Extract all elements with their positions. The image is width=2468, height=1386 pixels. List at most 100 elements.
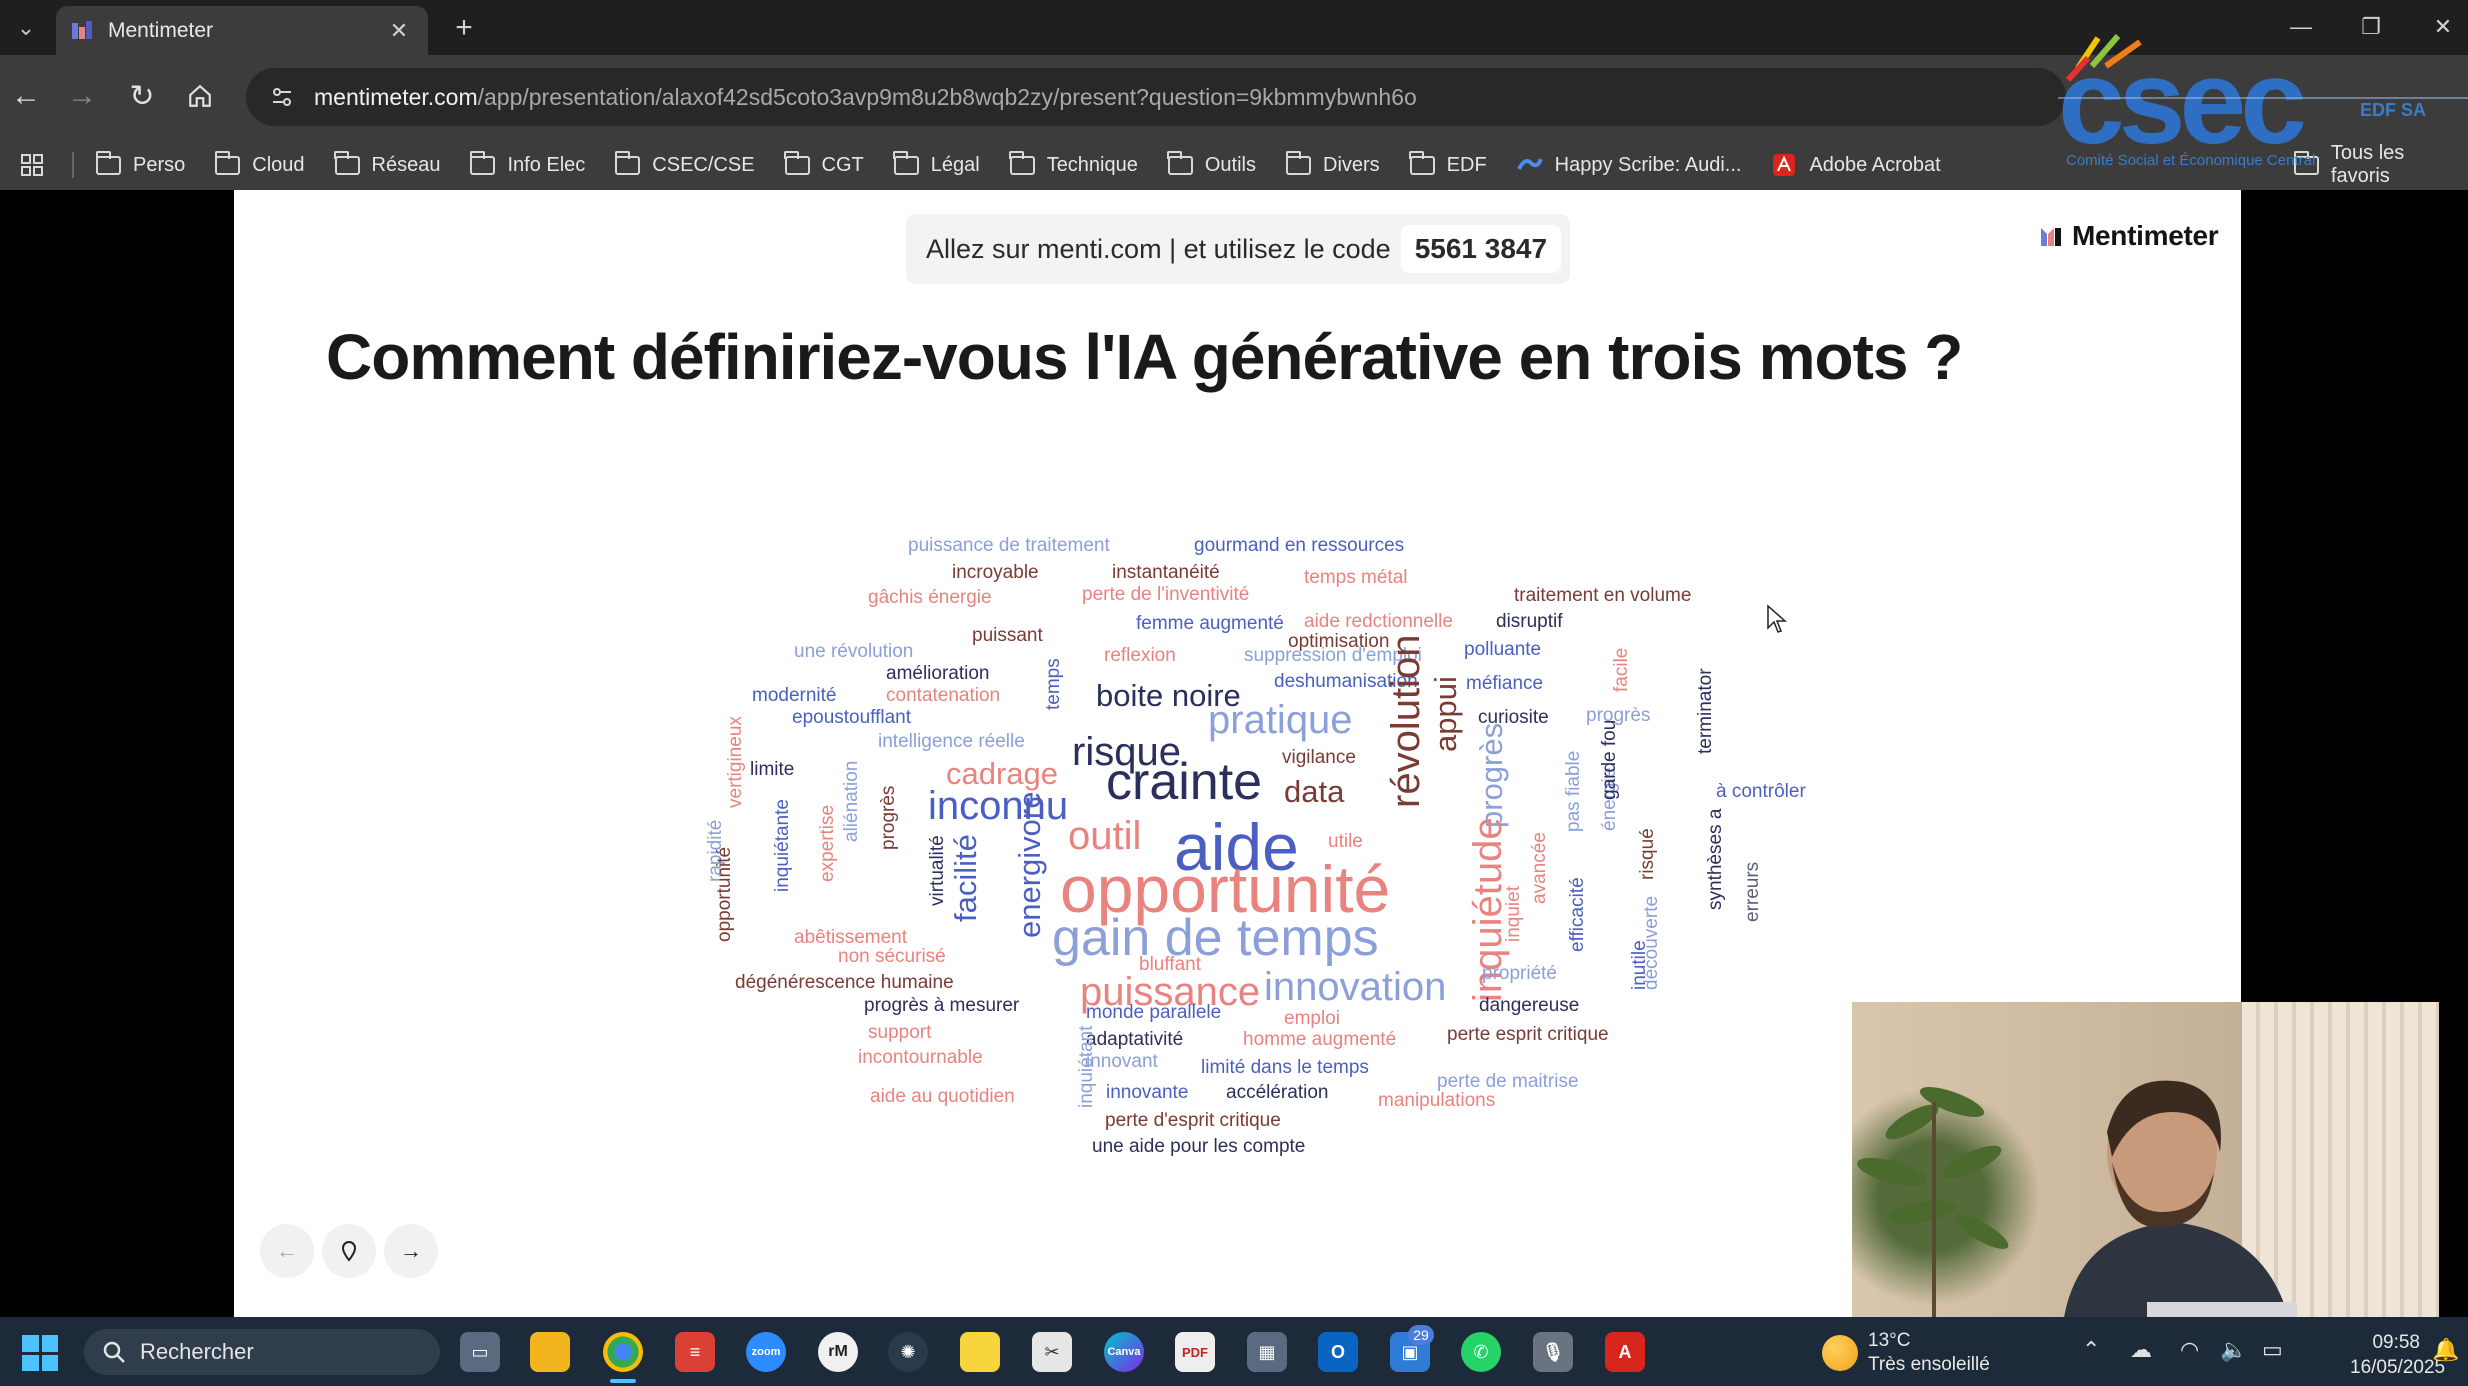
- file-explorer-icon[interactable]: [530, 1332, 570, 1372]
- folder-icon: [1009, 150, 1035, 175]
- calculator-icon[interactable]: ▦: [1247, 1332, 1287, 1372]
- bookmark-adobe-acrobat[interactable]: Adobe Acrobat: [1771, 153, 1941, 177]
- taskbar-search[interactable]: Rechercher: [84, 1329, 440, 1375]
- weather-temperature: 13°C: [1868, 1330, 1911, 1351]
- word-cloud-word: incontournable: [858, 1047, 983, 1068]
- whatsapp-icon[interactable]: ✆: [1461, 1332, 1501, 1372]
- word-cloud-word: perte d'esprit critique: [1105, 1110, 1281, 1131]
- zoom-icon[interactable]: zoom: [746, 1332, 786, 1372]
- folder-icon: [1167, 150, 1193, 175]
- bookmark-folder-cgt[interactable]: CGT: [784, 150, 864, 177]
- word-cloud-word: accélération: [1226, 1082, 1329, 1103]
- webcam-person: [2062, 1080, 2297, 1332]
- word-cloud-word: opportunité: [714, 846, 735, 942]
- system-clock[interactable]: 09:58 16/05/2025: [2350, 1331, 2446, 1380]
- new-tab-button[interactable]: +: [444, 8, 484, 48]
- home-icon[interactable]: [176, 72, 224, 120]
- next-slide-button[interactable]: →: [384, 1224, 438, 1278]
- previous-slide-button[interactable]: ←: [260, 1224, 314, 1278]
- chevron-up-icon[interactable]: ⌃: [2082, 1337, 2100, 1363]
- wifi-icon[interactable]: ◠: [2180, 1337, 2199, 1363]
- folder-icon: [614, 150, 641, 175]
- task-view-icon[interactable]: ▭: [460, 1332, 500, 1372]
- word-cloud-word: limite: [750, 759, 795, 780]
- word-cloud-word: facilité: [948, 834, 983, 922]
- word-cloud-word: polluante: [1464, 639, 1542, 660]
- mentimeter-favicon-icon: [72, 20, 92, 39]
- clock-date: 16/05/2025: [2350, 1356, 2446, 1378]
- word-cloud-word: incroyable: [952, 562, 1039, 583]
- bookmark-happy-scribe[interactable]: Happy Scribe: Audi...: [1516, 153, 1741, 177]
- word-cloud-word: intelligence réelle: [878, 731, 1025, 752]
- tab-close-icon[interactable]: ✕: [384, 18, 414, 44]
- word-cloud-word: crainte: [1106, 753, 1263, 811]
- word-cloud-word: garde fou: [1599, 719, 1620, 800]
- webcam-plant: [1852, 1062, 2052, 1332]
- bookmark-folder-edf[interactable]: EDF: [1409, 150, 1487, 177]
- word-cloud-word: aide au quotidien: [870, 1086, 1015, 1107]
- tab-search-button[interactable]: ⌄: [6, 8, 46, 48]
- bookmark-label: Cloud: [252, 153, 305, 176]
- remarkable-icon[interactable]: rM: [818, 1332, 858, 1372]
- word-cloud-word: progrès: [878, 785, 899, 850]
- word-cloud-word: aliénation: [841, 760, 862, 842]
- bookmark-label: Adobe Acrobat: [1809, 153, 1941, 176]
- canva-icon[interactable]: Canva: [1104, 1332, 1144, 1372]
- bookmark-folder-info-elec[interactable]: Info Elec: [469, 150, 585, 177]
- bookmark-label: Perso: [133, 153, 186, 176]
- bookmark-folder-csec-cse[interactable]: CSEC/CSE: [614, 150, 755, 177]
- back-arrow-icon[interactable]: ←: [2, 72, 50, 120]
- reload-icon[interactable]: ↻: [118, 72, 166, 120]
- word-cloud-word: pas fiable: [1563, 750, 1584, 832]
- todoist-icon[interactable]: ≡: [675, 1332, 715, 1372]
- word-cloud-word: à contrôler: [1716, 781, 1806, 802]
- tab-mentimeter[interactable]: Mentimeter ✕: [56, 6, 428, 55]
- word-cloud-word: gain de temps: [1052, 909, 1379, 967]
- notifications-icon[interactable]: 🔔: [2432, 1337, 2459, 1363]
- windows-start-icon[interactable]: [22, 1335, 58, 1371]
- weather-widget[interactable]: 13°C Très ensoleillé: [1822, 1329, 1990, 1377]
- word-cloud-word: vigilance: [1282, 747, 1356, 768]
- snipping-tool-icon[interactable]: ✂: [1032, 1332, 1072, 1372]
- forward-arrow-icon[interactable]: →: [58, 72, 106, 120]
- word-cloud-word: perte de l'inventivité: [1082, 584, 1250, 605]
- address-bar[interactable]: mentimeter.com/app/presentation/alaxof42…: [246, 68, 2066, 126]
- outlook-icon[interactable]: O: [1318, 1332, 1358, 1372]
- bookmark-label: CGT: [821, 153, 864, 176]
- word-cloud-word: expertise: [817, 804, 838, 882]
- recorder-icon[interactable]: 🎙: [1533, 1332, 1573, 1372]
- bookmark-folder-reseau[interactable]: Réseau: [334, 150, 441, 177]
- word-cloud-word: inquiet: [1503, 886, 1524, 942]
- word-cloud-word: emploi: [1284, 1008, 1340, 1029]
- chrome-active-indicator: [610, 1379, 636, 1383]
- bookmark-label: Réseau: [371, 153, 441, 176]
- csec-tagline: Comité Social et Économique Central: [2066, 152, 2316, 169]
- bookmark-folder-perso[interactable]: Perso: [95, 150, 186, 177]
- apps-grid-icon[interactable]: [14, 147, 50, 183]
- site-settings-icon[interactable]: [264, 79, 300, 115]
- word-cloud-word: avancée: [1529, 832, 1550, 904]
- sticky-notes-icon[interactable]: [960, 1332, 1000, 1372]
- folder-icon: [893, 150, 919, 175]
- pin-icon[interactable]: [322, 1224, 376, 1278]
- clock-time: 09:58: [2372, 1332, 2420, 1353]
- acrobat-taskbar-icon[interactable]: A: [1605, 1332, 1645, 1372]
- word-cloud-word: progrès à mesurer: [864, 995, 1020, 1016]
- bookmark-folder-divers[interactable]: Divers: [1285, 150, 1380, 177]
- bookmark-folder-technique[interactable]: Technique: [1009, 150, 1138, 177]
- pdf-tool-icon[interactable]: PDF: [1175, 1332, 1215, 1372]
- word-cloud-word: inquiétante: [772, 799, 793, 892]
- word-cloud-word: homme augmenté: [1243, 1029, 1397, 1050]
- cloud-icon[interactable]: ☁: [2130, 1337, 2152, 1363]
- chatgpt-icon[interactable]: ✺: [888, 1332, 928, 1372]
- battery-icon[interactable]: ▭: [2262, 1337, 2283, 1363]
- chrome-icon[interactable]: [603, 1332, 643, 1372]
- weather-description: Très ensoleillé: [1868, 1353, 1990, 1375]
- volume-icon[interactable]: 🔈: [2220, 1337, 2247, 1363]
- bookmark-folder-legal[interactable]: Légal: [893, 150, 980, 177]
- bookmark-folder-cloud[interactable]: Cloud: [214, 150, 305, 177]
- folder-icon: [469, 150, 496, 175]
- bookmark-folder-outils[interactable]: Outils: [1167, 150, 1256, 177]
- word-cloud-word: efficacité: [1567, 877, 1588, 952]
- word-cloud-word: utile: [1328, 831, 1363, 852]
